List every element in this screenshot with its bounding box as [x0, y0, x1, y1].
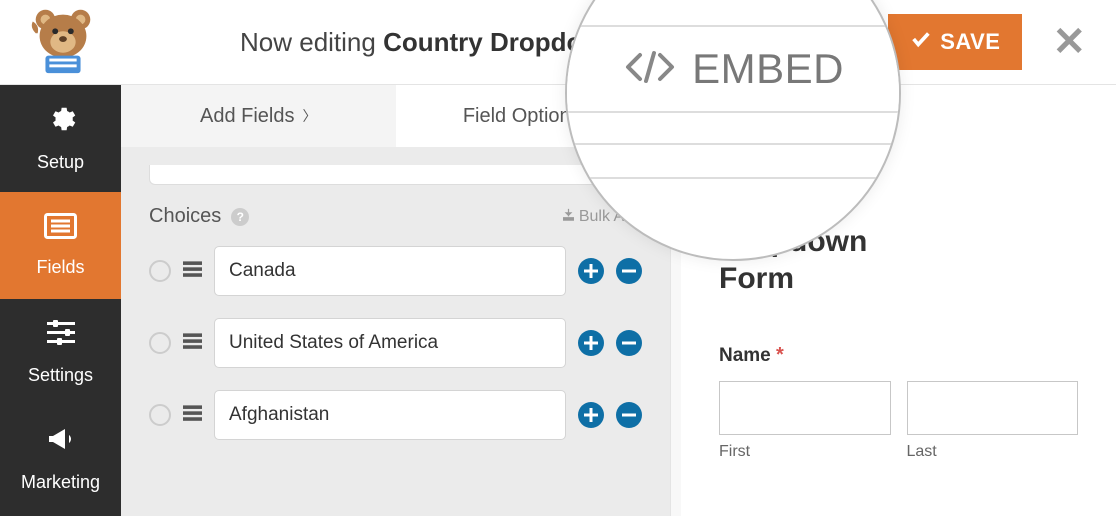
check-icon — [910, 28, 932, 56]
choice-input[interactable] — [214, 390, 566, 440]
close-button[interactable]: ✕ — [1052, 19, 1092, 65]
chevron-right-icon: 〉 — [303, 106, 317, 126]
choice-input[interactable] — [214, 318, 566, 368]
add-choice-button[interactable] — [578, 330, 604, 356]
name-field-label: Name * — [719, 344, 1078, 367]
sliders-icon — [45, 319, 77, 355]
choice-row — [149, 318, 642, 368]
sidebar-item-setup[interactable]: Setup — [0, 85, 121, 192]
sidebar: Setup Fields Settings Marketing — [0, 85, 121, 516]
first-name-input[interactable] — [719, 381, 891, 435]
editing-title: Now editing Country Dropdown — [240, 27, 619, 58]
choice-input[interactable] — [214, 246, 566, 296]
sidebar-item-label: Marketing — [21, 472, 100, 493]
radio-default-toggle[interactable] — [149, 332, 171, 354]
last-name-input[interactable] — [907, 381, 1079, 435]
help-icon[interactable]: ? — [231, 208, 249, 226]
sidebar-item-label: Settings — [28, 365, 93, 386]
sidebar-item-settings[interactable]: Settings — [0, 299, 121, 406]
radio-default-toggle[interactable] — [149, 260, 171, 282]
drag-handle-icon[interactable] — [183, 259, 202, 283]
tab-add-fields[interactable]: Add Fields 〉 — [121, 85, 396, 147]
sidebar-item-label: Setup — [37, 152, 84, 173]
add-choice-button[interactable] — [578, 258, 604, 284]
drag-handle-icon[interactable] — [183, 403, 202, 427]
choice-row — [149, 390, 642, 440]
bullhorn-icon — [45, 426, 77, 462]
radio-default-toggle[interactable] — [149, 404, 171, 426]
sidebar-item-label: Fields — [36, 257, 84, 278]
magnifier-callout: EMBED — [565, 0, 901, 261]
list-icon — [44, 213, 77, 247]
add-choice-button[interactable] — [578, 402, 604, 428]
save-button[interactable]: SAVE — [888, 14, 1022, 70]
drag-handle-icon[interactable] — [183, 331, 202, 355]
sidebar-item-fields[interactable]: Fields — [0, 192, 121, 299]
remove-choice-button[interactable] — [616, 330, 642, 356]
code-icon — [622, 47, 678, 92]
sidebar-item-marketing[interactable]: Marketing — [0, 406, 121, 513]
remove-choice-button[interactable] — [616, 258, 642, 284]
last-name-sublabel: Last — [907, 443, 1079, 461]
embed-button[interactable]: EMBED — [567, 25, 899, 113]
first-name-sublabel: First — [719, 443, 891, 461]
header-bar: Now editing Country Dropdown SAVE ✕ — [0, 0, 1116, 85]
gear-icon — [46, 104, 76, 142]
required-indicator: * — [776, 344, 784, 366]
choices-label: Choices ? — [149, 205, 249, 228]
app-logo — [24, 2, 104, 82]
close-icon: ✕ — [1052, 20, 1086, 64]
remove-choice-button[interactable] — [616, 402, 642, 428]
